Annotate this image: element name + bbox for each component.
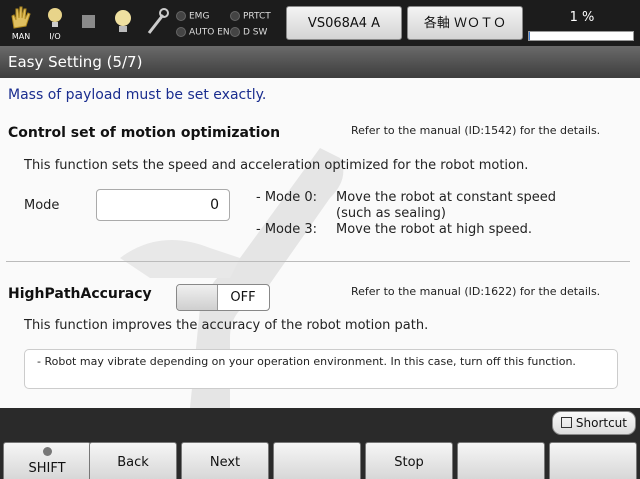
high-path-heading: HighPathAccuracy [8,286,152,302]
shift-led-icon [43,447,52,456]
shortcut-button[interactable]: Shortcut [552,411,636,435]
motion-opt-desc: This function sets the speed and acceler… [24,158,529,173]
motion-opt-ref: Refer to the manual (ID:1542) for the de… [351,124,601,137]
motion-opt-heading: Control set of motion optimization [8,125,281,141]
io-label: I/O [49,32,61,41]
mode-0-cont-text: (such as sealing) [336,206,446,221]
mode-3-row: - Mode 3: Move the robot at high speed. [256,222,556,238]
lamp-emg-label: EMG [189,11,210,22]
shortcut-icon [561,417,572,428]
bulb-icon [48,8,62,27]
axis-mode-button[interactable]: 各軸 ＷＯＴＯ [407,6,523,40]
shortcut-label: Shortcut [575,416,627,430]
lamp-prtct-label: PRTCT [243,11,271,22]
lamp-bulb-icon [106,4,140,42]
lamp-prtct: PRTCT [230,11,271,22]
content-area: Mass of payload must be set exactly. Con… [0,78,640,408]
function-key-bar: SHIFT Back Next Stop [0,408,640,479]
vibration-note: - Robot may vibrate depending on your op… [24,349,618,389]
lamp-auto-en-label: AUTO EN [189,27,230,38]
fkey-shift-label: SHIFT [28,461,66,476]
robot-select-button[interactable]: VS068A4 A [286,6,402,40]
mode-0-key: - Mode 0: [256,190,318,205]
fkey-stop[interactable]: Stop [365,442,453,479]
page-title: Easy Setting (5/7) [0,46,640,78]
lamp-dsw: D SW [230,27,267,38]
fkey-shift[interactable]: SHIFT [3,442,91,479]
speed-bar[interactable] [528,31,634,41]
fkey-blank-3[interactable] [549,442,637,479]
mode-input[interactable]: 0 [96,189,230,221]
wrench-icon [140,4,174,42]
high-path-desc: This function improves the accuracy of t… [24,318,429,333]
lamp-dsw-label: D SW [243,27,268,38]
status-bar: MAN I/O EMG PRTCT AUTO EN D SW VS068A4 A… [0,0,640,46]
toggle-knob [177,285,218,310]
man-label: MAN [11,32,31,41]
lamp-emg: EMG [176,11,209,22]
high-path-ref: Refer to the manual (ID:1622) for the de… [351,285,601,298]
fkey-blank-1[interactable] [273,442,361,479]
high-path-toggle[interactable]: OFF [176,284,270,311]
fkey-back[interactable]: Back [89,442,177,479]
speed-bar-fill [529,32,531,40]
screen: MAN I/O EMG PRTCT AUTO EN D SW VS068A4 A… [0,0,640,479]
mode-3-key: - Mode 3: [256,222,318,237]
man-mode-button[interactable]: MAN [4,4,38,42]
fkey-next[interactable]: Next [181,442,269,479]
speed-text: 1 % [569,10,595,25]
toggle-state: OFF [230,290,256,305]
hand-icon [11,6,31,29]
lamp-auto-en: AUTO EN [176,27,230,38]
mode-label: Mode [24,198,60,213]
io-button[interactable]: I/O [38,4,72,42]
stop-square-icon [72,4,106,42]
mode-3-text: Move the robot at high speed. [336,222,532,237]
section-divider [6,261,630,262]
fkey-blank-2[interactable] [457,442,545,479]
mode-descriptions: - Mode 0: Move the robot at constant spee… [256,190,556,238]
mode-0-row: - Mode 0: Move the robot at constant spee… [256,190,556,206]
payload-warning: Mass of payload must be set exactly. [8,87,267,103]
mode-0-cont-row: (such as sealing) [256,206,556,222]
mode-0-text: Move the robot at constant speed [336,190,557,205]
